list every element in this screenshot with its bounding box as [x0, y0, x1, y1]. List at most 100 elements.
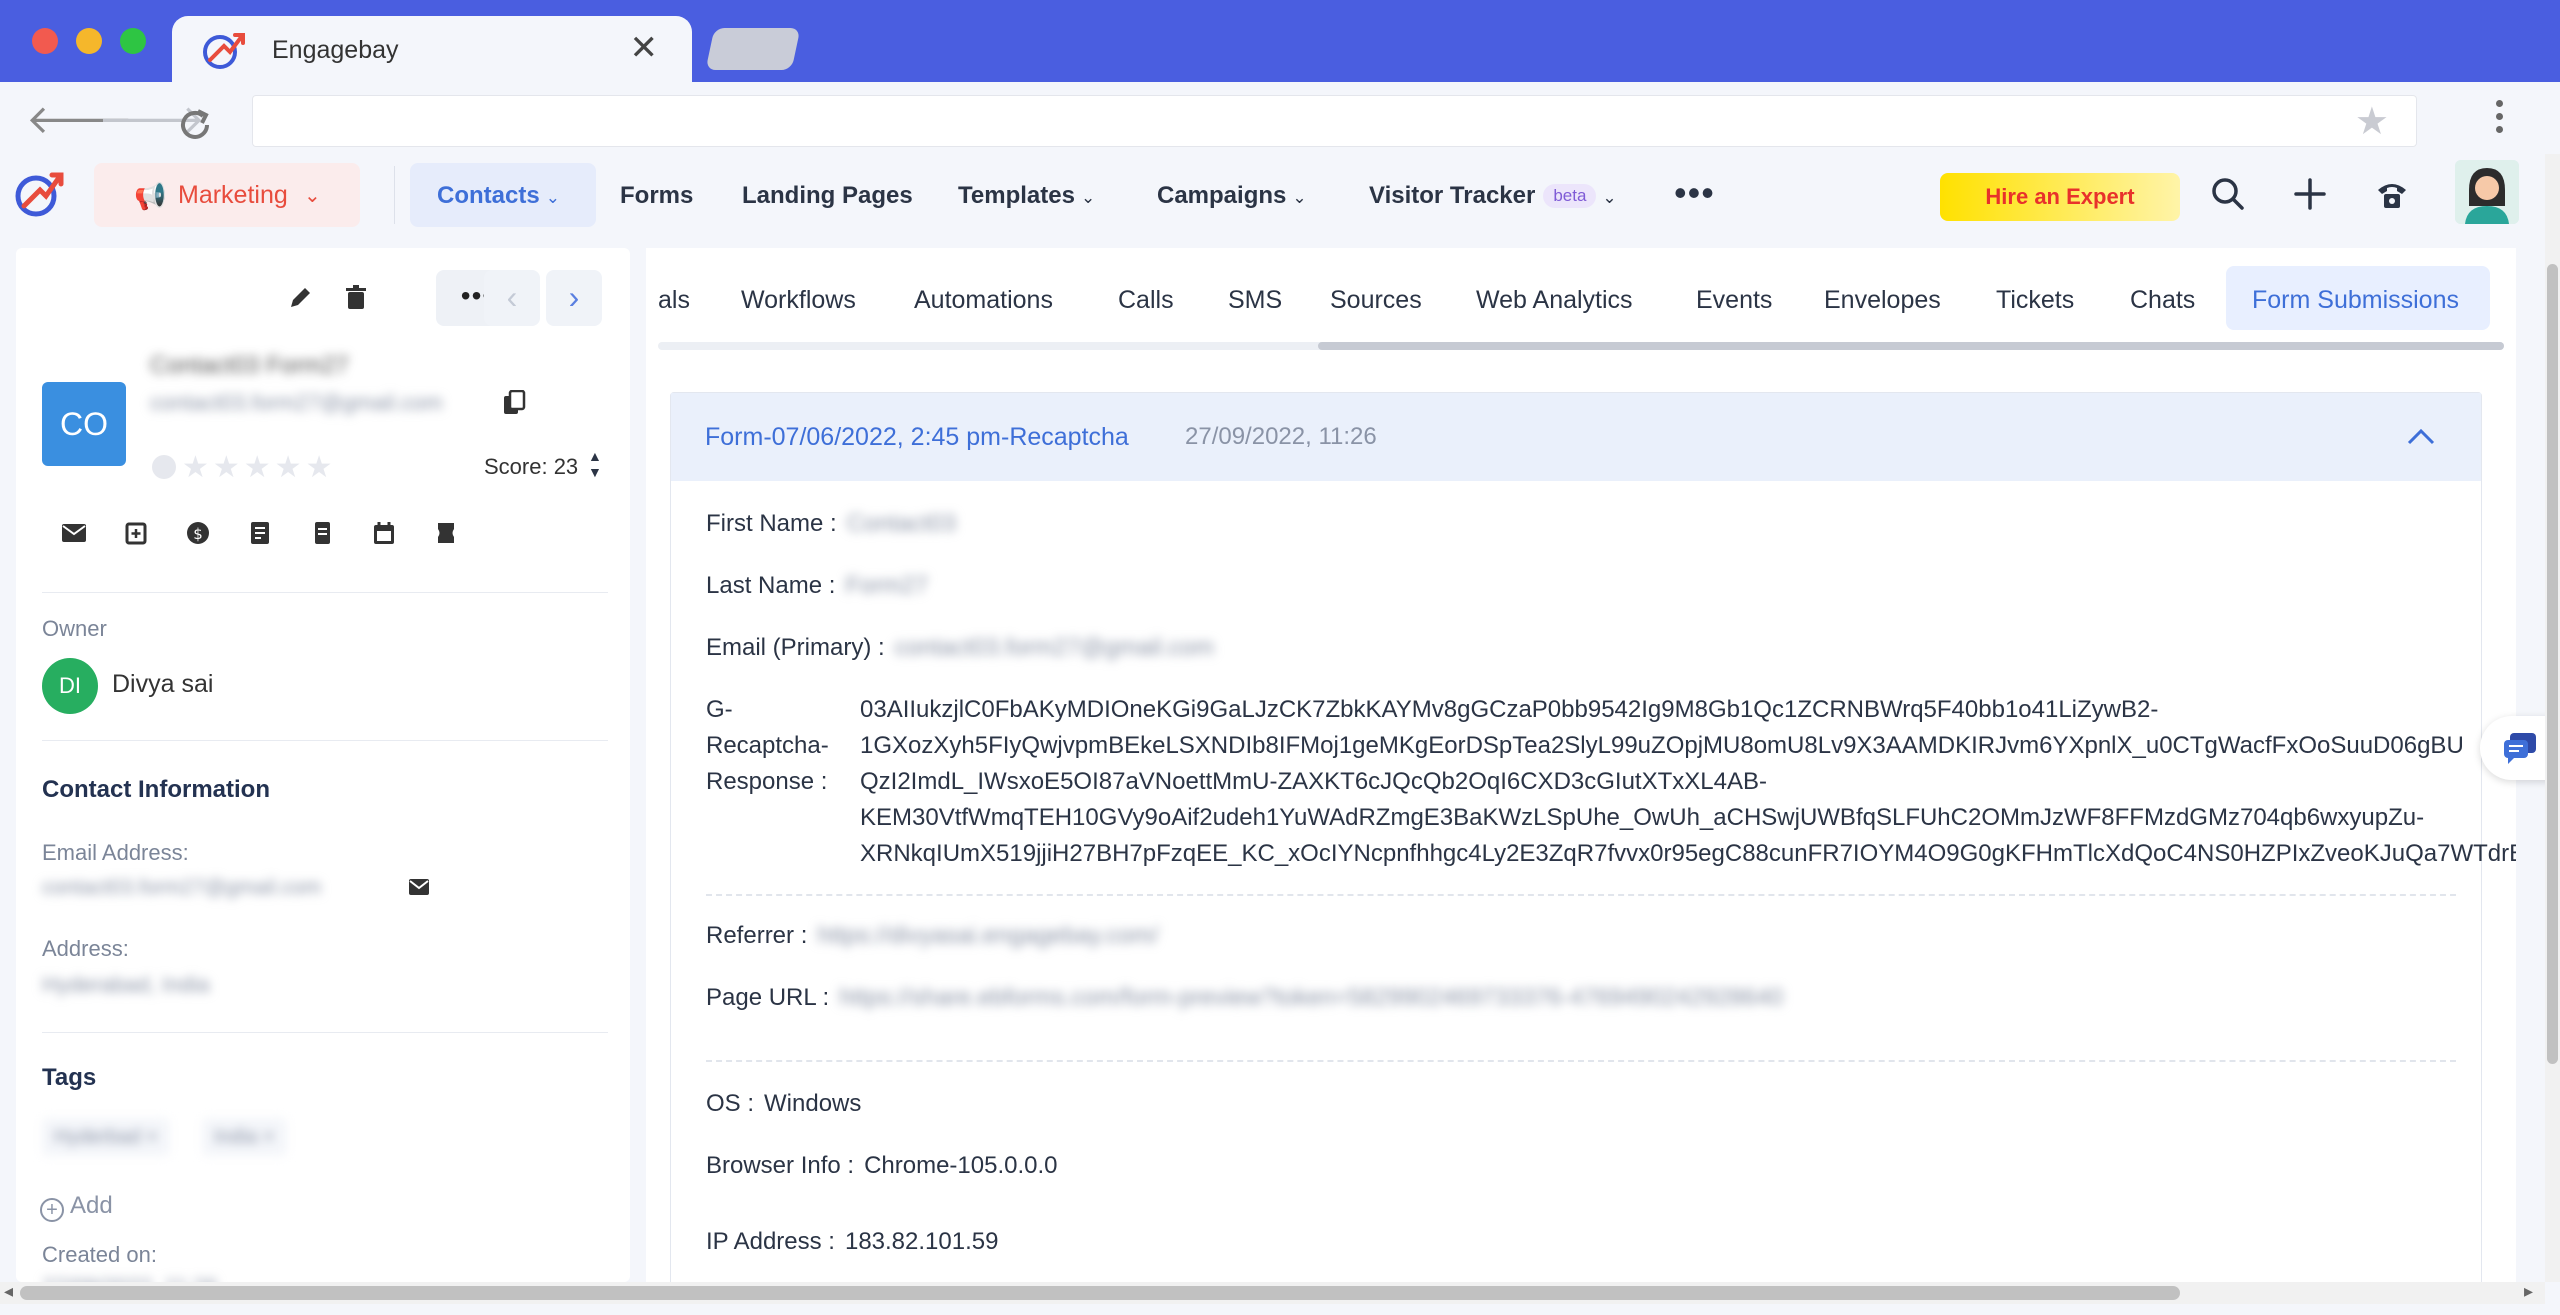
tab-workflows[interactable]: Workflows	[741, 286, 856, 315]
tag-chip[interactable]: India ×	[202, 1118, 287, 1156]
tab-calls[interactable]: Calls	[1118, 286, 1174, 315]
nav-more-button[interactable]: •••	[1674, 172, 1715, 214]
nav-forms[interactable]: Forms	[620, 182, 693, 210]
browser-tab-engagebay[interactable]: Engagebay ✕	[172, 16, 692, 82]
hire-expert-button[interactable]: Hire an Expert	[1940, 173, 2180, 221]
nav-campaigns[interactable]: Campaigns ⌄	[1157, 182, 1307, 210]
last-name-value: Form27	[845, 572, 929, 599]
page-vertical-scrollbar[interactable]	[2545, 154, 2560, 1282]
deal-dollar-icon[interactable]: $	[184, 520, 212, 546]
module-switcher[interactable]: 📢 Marketing ⌄	[94, 163, 360, 227]
add-tag-button[interactable]: + Add	[40, 1192, 113, 1222]
owner-label: Owner	[42, 616, 107, 641]
add-tag-label: Add	[70, 1192, 113, 1219]
nav-divider	[394, 166, 395, 224]
tabs-scrollbar-thumb[interactable]	[1318, 342, 2504, 350]
note-icon[interactable]	[246, 520, 274, 546]
tab-events[interactable]: Events	[1696, 286, 1772, 315]
nav-landing-pages[interactable]: Landing Pages	[742, 182, 913, 210]
calendar-icon[interactable]	[370, 520, 398, 546]
form-submission-header[interactable]: Form-07/06/2022, 2:45 pm-Recaptcha 27/09…	[671, 393, 2481, 481]
page-horizontal-scrollbar[interactable]: ◂ ▸	[0, 1281, 2545, 1304]
copy-icon[interactable]	[502, 390, 526, 416]
tab-chats[interactable]: Chats	[2130, 286, 2195, 315]
section-divider	[42, 1032, 608, 1033]
window-minimize-button[interactable]	[76, 28, 102, 54]
scroll-right-arrow-icon[interactable]: ▸	[2524, 1281, 2533, 1302]
nav-contacts[interactable]: Contacts ⌄	[437, 182, 560, 210]
first-name-value: Contact03	[846, 510, 957, 537]
bookmark-star-icon[interactable]: ★	[2355, 99, 2389, 144]
plus-icon[interactable]	[2290, 174, 2330, 214]
tab-form-submissions[interactable]: Form Submissions	[2252, 286, 2459, 315]
ticket-icon[interactable]	[432, 520, 460, 546]
contact-name: Contact03 Form27	[150, 352, 349, 379]
referrer-value[interactable]: https://divyasai.engagebay.com/	[817, 922, 1158, 949]
tab-tickets[interactable]: Tickets	[1996, 286, 2074, 315]
page-url-field: Page URL : https://share.ebforms.com/form…	[706, 984, 1783, 1012]
first-name-field: First Name : Contact03	[706, 510, 956, 538]
tab-sources[interactable]: Sources	[1330, 286, 1422, 315]
plus-circle-icon: +	[40, 1198, 64, 1222]
email-primary-label: Email (Primary) :	[706, 634, 885, 661]
tab-automations[interactable]: Automations	[914, 286, 1053, 315]
window-maximize-button[interactable]	[120, 28, 146, 54]
add-task-icon[interactable]	[122, 520, 150, 546]
email-icon[interactable]	[60, 520, 88, 546]
send-email-icon[interactable]	[408, 878, 430, 896]
recaptcha-label-line: Response :	[706, 768, 828, 795]
tab-deals[interactable]: als	[658, 286, 690, 315]
tag-chip[interactable]: Hyderbad ×	[42, 1118, 170, 1156]
new-tab-button[interactable]	[705, 28, 801, 70]
email-address-label: Email Address:	[42, 840, 189, 865]
nav-campaigns-label: Campaigns	[1157, 182, 1287, 209]
engagebay-logo-icon	[203, 33, 245, 69]
window-close-button[interactable]	[32, 28, 58, 54]
recaptcha-line: 1GXozXyh5FIyQwjvpmBEkeLSXNDIb8IFMoj1geMK…	[860, 732, 2464, 759]
svg-text:$: $	[193, 525, 203, 543]
search-icon[interactable]	[2208, 174, 2248, 214]
browser-navbar: 🡐 🡒 ★	[0, 82, 2560, 154]
user-avatar-illustration	[2455, 160, 2519, 224]
do-not-disturb-icon[interactable]	[152, 455, 176, 479]
star-rating[interactable]: ★★★★★	[182, 450, 336, 485]
nav-templates-label: Templates	[958, 182, 1075, 209]
reload-icon[interactable]	[176, 106, 214, 144]
contact-avatar: CO	[42, 382, 126, 466]
tab-sms[interactable]: SMS	[1228, 286, 1282, 315]
browser-menu-icon[interactable]	[2496, 100, 2504, 139]
vertical-scrollbar-thumb[interactable]	[2547, 264, 2558, 1064]
scroll-left-arrow-icon[interactable]: ◂	[4, 1281, 13, 1302]
section-divider	[42, 592, 608, 593]
address-bar[interactable]: ★	[252, 95, 2417, 147]
score-stepper[interactable]: ▲ ▼	[588, 448, 602, 480]
previous-contact-button[interactable]: ‹	[484, 270, 540, 326]
next-contact-button[interactable]: ›	[546, 270, 602, 326]
tabs-scrollbar[interactable]	[658, 342, 2504, 350]
recaptcha-line: KEM30VtfWmqTEH10GVy9oAif2udeh1YuWAdRZmgE…	[860, 804, 2425, 831]
nav-visitor-tracker[interactable]: Visitor Tracker beta ⌄	[1369, 182, 1617, 210]
user-avatar[interactable]	[2455, 160, 2519, 224]
tags-title: Tags	[42, 1064, 97, 1091]
horizontal-scrollbar-thumb[interactable]	[20, 1286, 2180, 1300]
section-divider	[42, 740, 608, 741]
delete-trash-icon[interactable]	[342, 284, 370, 312]
tab-envelopes[interactable]: Envelopes	[1824, 286, 1941, 315]
window-bottom-edge	[0, 1304, 2560, 1315]
email-address-value[interactable]: contact03.form27@gmail.com	[42, 876, 321, 900]
phone-icon[interactable]	[2372, 174, 2412, 214]
document-icon[interactable]	[308, 520, 336, 546]
chevron-up-icon[interactable]	[2405, 421, 2437, 453]
edit-pencil-icon[interactable]	[286, 284, 314, 312]
nav-templates[interactable]: Templates ⌄	[958, 182, 1095, 210]
ip-address-field: IP Address : 183.82.101.59	[706, 1228, 998, 1256]
page-url-value[interactable]: https://share.ebforms.com/form-preview?t…	[839, 984, 1783, 1011]
tab-web-analytics[interactable]: Web Analytics	[1476, 286, 1633, 315]
owner-name[interactable]: Divya sai	[112, 670, 213, 699]
engagebay-logo-icon[interactable]	[14, 166, 66, 220]
contact-sidebar: ••• ‹ › CO Contact03 Form27 contact03.fo…	[16, 248, 630, 1282]
recaptcha-line: QzI2ImdL_IWsxoE5OI87aVNoettMmU-ZAXKT6cJQ…	[860, 768, 1767, 795]
email-primary-value: contact03.form27@gmail.com	[894, 634, 1214, 661]
browser-info-label: Browser Info :	[706, 1152, 855, 1179]
tab-close-icon[interactable]: ✕	[630, 28, 659, 68]
